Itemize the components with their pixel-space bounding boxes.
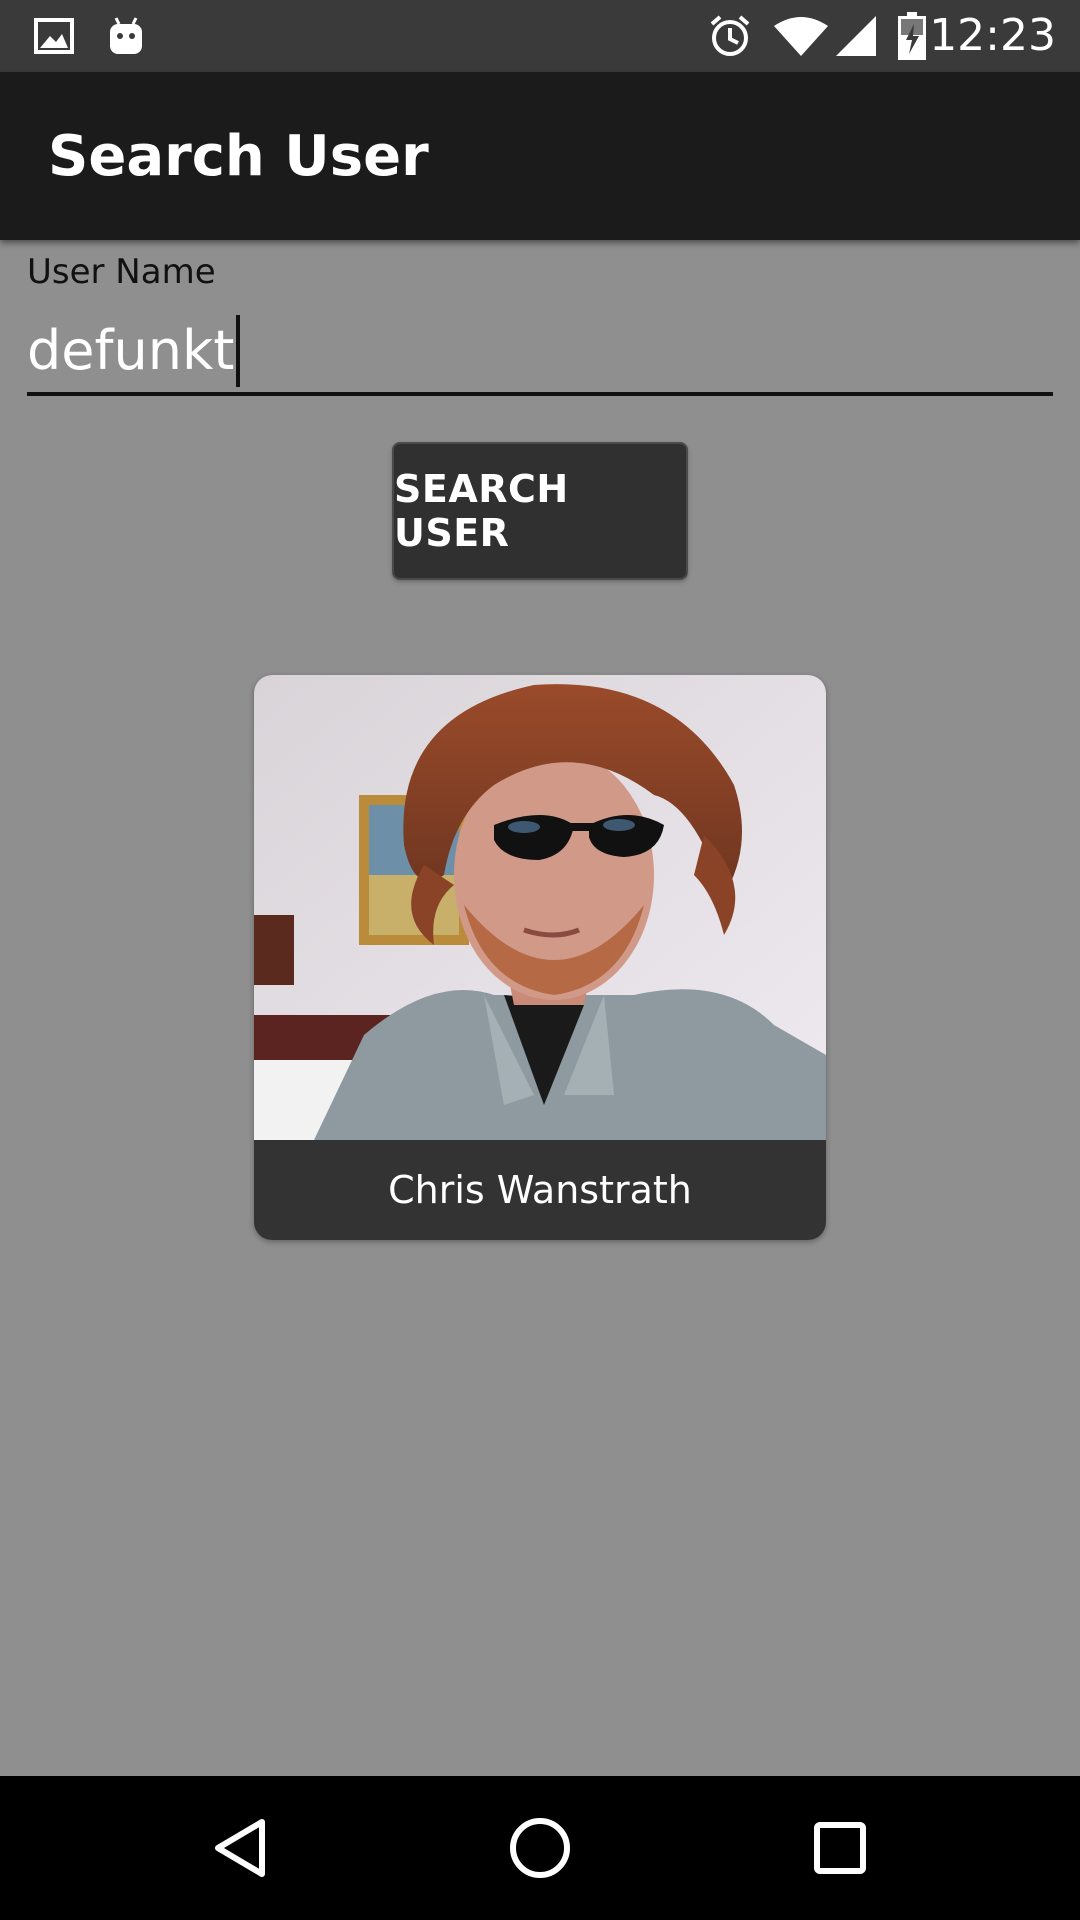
battery-charging-icon xyxy=(892,12,932,60)
user-result-card[interactable]: Chris Wanstrath xyxy=(254,675,826,1240)
android-icon xyxy=(104,14,148,58)
status-clock: 12:23 xyxy=(929,10,1056,61)
wifi-icon xyxy=(774,14,828,58)
text-cursor xyxy=(236,315,241,387)
user-full-name: Chris Wanstrath xyxy=(388,1168,692,1212)
back-icon[interactable] xyxy=(198,1806,282,1890)
home-icon[interactable] xyxy=(498,1806,582,1890)
user-name-label: User Name xyxy=(27,252,216,292)
image-icon xyxy=(32,14,76,58)
user-name-value: defunkt xyxy=(27,319,235,382)
search-user-button[interactable]: SEARCH USER xyxy=(392,442,688,580)
alarm-icon xyxy=(708,14,752,58)
navigation-bar xyxy=(0,1776,1080,1920)
recents-icon[interactable] xyxy=(798,1806,882,1890)
app-bar: Search User xyxy=(0,72,1080,240)
signal-icon xyxy=(834,14,878,58)
page-title: Search User xyxy=(48,124,429,189)
avatar-photo xyxy=(254,675,826,1140)
user-name-input[interactable]: defunkt xyxy=(27,310,1053,396)
status-bar: 12:23 xyxy=(0,0,1080,72)
